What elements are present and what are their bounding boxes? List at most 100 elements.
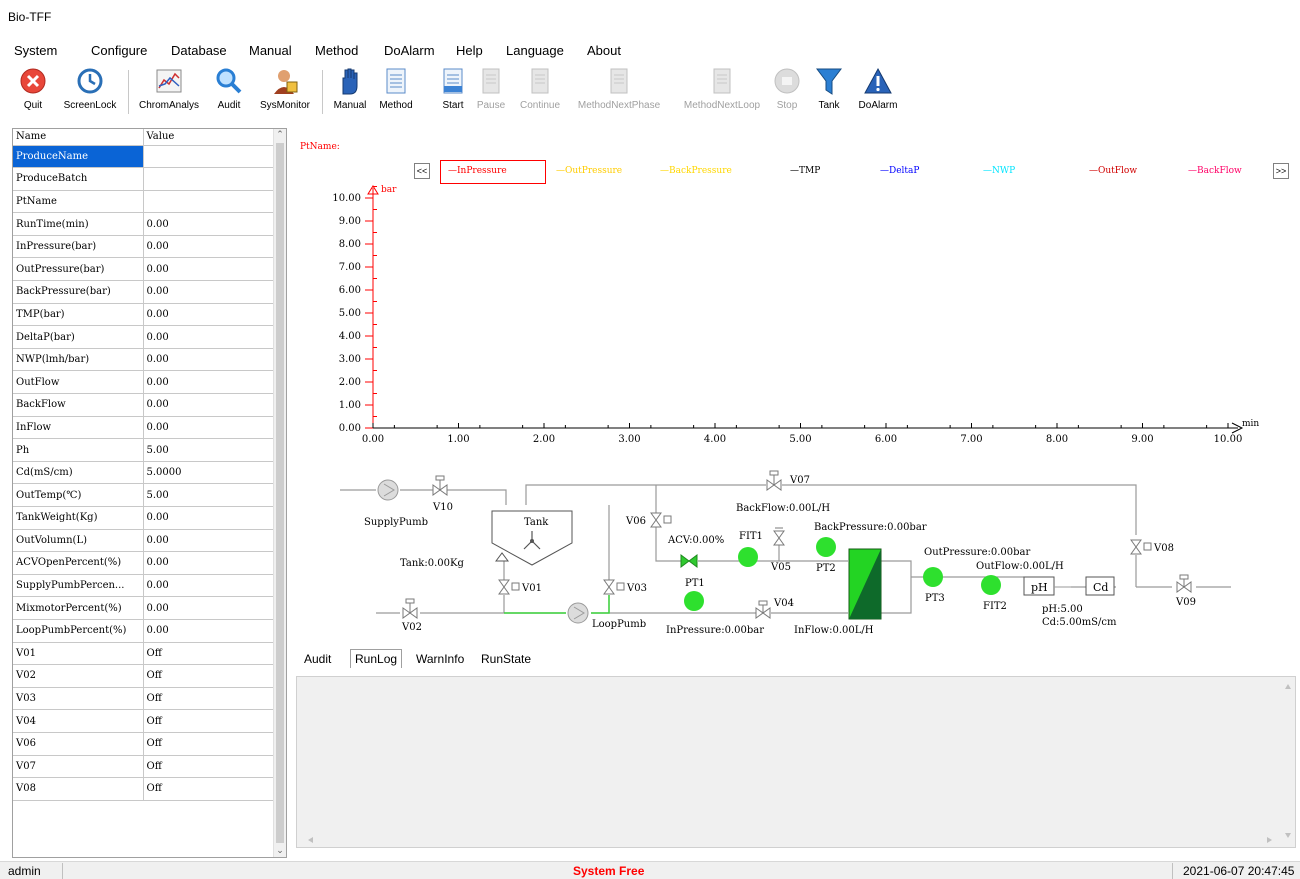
supply-pump[interactable] — [377, 479, 399, 501]
menu-manual[interactable]: Manual — [249, 43, 292, 58]
audit-button[interactable]: Audit — [212, 66, 246, 118]
grid-cell-name[interactable]: InPressure(bar) — [13, 235, 144, 259]
log-vertical-scrollbar[interactable] — [1283, 681, 1293, 841]
grid-row[interactable]: ProduceBatch — [13, 167, 275, 191]
grid-cell-value[interactable]: 0.00 — [143, 506, 275, 530]
grid-cell-value[interactable]: 0.00 — [143, 303, 275, 327]
grid-row[interactable]: V07 Off — [13, 755, 275, 779]
grid-row[interactable]: V03 Off — [13, 687, 275, 711]
grid-row[interactable]: MixmotorPercent(%) 0.00 — [13, 596, 275, 620]
grid-cell-value[interactable]: Off — [143, 777, 275, 801]
grid-cell-value[interactable]: Off — [143, 687, 275, 711]
grid-cell-name[interactable]: OutFlow — [13, 370, 144, 395]
legend-item[interactable]: —NWP — [983, 166, 1015, 176]
menu-configure[interactable]: Configure — [91, 43, 147, 58]
grid-cell-name[interactable]: Cd(mS/cm) — [13, 461, 144, 485]
grid-cell-value[interactable]: 0.00 — [143, 235, 275, 259]
parameter-grid[interactable]: Name Value ProduceName ProduceBatch PtName… — [12, 128, 287, 858]
grid-row[interactable]: RunTime(min) 0.00 — [13, 212, 275, 236]
menu-doalarm[interactable]: DoAlarm — [384, 43, 435, 58]
grid-cell-value[interactable]: 5.0000 — [143, 461, 275, 485]
valve-v04[interactable] — [755, 600, 771, 619]
grid-cell-value[interactable]: 0.00 — [143, 596, 275, 620]
grid-cell-value[interactable] — [143, 190, 275, 214]
grid-row[interactable]: Cd(mS/cm) 5.0000 — [13, 461, 275, 485]
grid-cell-name[interactable]: V02 — [13, 664, 144, 688]
stop-button[interactable]: Stop — [772, 66, 802, 118]
grid-row[interactable]: V04 Off — [13, 709, 275, 733]
pt3-sensor[interactable] — [923, 567, 943, 587]
grid-cell-value[interactable]: 0.00 — [143, 551, 275, 575]
sysmonitor-button[interactable]: SysMonitor — [256, 66, 314, 118]
acv-valve[interactable] — [680, 554, 698, 568]
grid-cell-name[interactable]: V04 — [13, 709, 144, 733]
grid-cell-value[interactable]: 0.00 — [143, 370, 275, 395]
legend-prev-button[interactable]: << — [414, 163, 430, 179]
grid-row[interactable]: V02 Off — [13, 664, 275, 688]
tff-filter[interactable] — [848, 548, 882, 620]
legend-item[interactable]: —DeltaP — [880, 166, 919, 176]
tank-button[interactable]: Tank — [814, 66, 844, 118]
legend-item[interactable]: —BackPressure — [660, 166, 732, 176]
grid-cell-name[interactable]: MixmotorPercent(%) — [13, 596, 144, 620]
grid-cell-name[interactable]: OutPressure(bar) — [13, 257, 144, 282]
grid-cell-value[interactable]: Off — [143, 709, 275, 733]
legend-item[interactable]: —BackFlow — [1188, 166, 1242, 176]
grid-cell-value[interactable]: Off — [143, 664, 275, 688]
pause-button[interactable]: Pause — [474, 66, 508, 118]
legend-item[interactable]: —OutPressure — [556, 166, 622, 176]
grid-cell-name[interactable]: OutTemp(℃) — [13, 483, 144, 507]
tab-warninfo[interactable]: WarnInfo — [416, 652, 464, 666]
grid-cell-name[interactable]: SupplyPumbPercen... — [13, 574, 144, 598]
grid-row[interactable]: BackFlow 0.00 — [13, 393, 275, 417]
valve-v07[interactable] — [766, 470, 782, 491]
valve-v10[interactable] — [432, 475, 448, 496]
grid-cell-value[interactable]: 0.00 — [143, 393, 275, 417]
grid-cell-value[interactable]: 0.00 — [143, 574, 275, 598]
loop-pump[interactable] — [567, 602, 589, 624]
grid-cell-name[interactable]: RunTime(min) — [13, 212, 144, 236]
grid-row[interactable]: V08 Off — [13, 777, 275, 801]
screenlock-button[interactable]: ScreenLock — [62, 66, 118, 118]
legend-item[interactable]: —InPressure — [448, 166, 507, 176]
tab-runstate[interactable]: RunState — [481, 652, 531, 666]
method-next-phase-button[interactable]: MethodNextPhase — [566, 66, 672, 118]
tab-audit[interactable]: Audit — [304, 652, 331, 666]
grid-row[interactable]: OutFlow 0.00 — [13, 370, 275, 395]
grid-cell-name[interactable]: PtName — [13, 190, 144, 214]
menu-help[interactable]: Help — [456, 43, 483, 58]
grid-cell-value[interactable]: 0.00 — [143, 212, 275, 236]
fit2-sensor[interactable] — [981, 575, 1001, 595]
menu-method[interactable]: Method — [315, 43, 358, 58]
grid-row[interactable]: OutVolumn(L) 0.00 — [13, 529, 275, 553]
grid-cell-name[interactable]: BackPressure(bar) — [13, 280, 144, 304]
menu-about[interactable]: About — [587, 43, 621, 58]
grid-row[interactable]: OutTemp(℃) 5.00 — [13, 483, 275, 507]
grid-cell-value[interactable]: 0.00 — [143, 529, 275, 553]
grid-vertical-scrollbar[interactable]: ⌃ ⌄ — [273, 129, 286, 857]
grid-cell-name[interactable]: V08 — [13, 777, 144, 801]
grid-cell-value[interactable]: 0.00 — [143, 619, 275, 643]
grid-cell-name[interactable]: TankWeight(Kg) — [13, 506, 144, 530]
runlog-panel[interactable] — [296, 676, 1296, 848]
grid-cell-name[interactable]: InFlow — [13, 416, 144, 440]
grid-cell-name[interactable]: ACVOpenPercent(%) — [13, 551, 144, 575]
grid-row[interactable]: InPressure(bar) 0.00 — [13, 235, 275, 259]
grid-cell-value[interactable]: Off — [143, 642, 275, 666]
fit1-sensor[interactable] — [738, 547, 758, 567]
grid-cell-name[interactable]: V03 — [13, 687, 144, 711]
legend-item[interactable]: —TMP — [790, 166, 820, 176]
grid-row[interactable]: V01 Off — [13, 642, 275, 666]
scroll-up-icon[interactable]: ⌃ — [274, 129, 286, 141]
grid-row[interactable]: LoopPumbPercent(%) 0.00 — [13, 619, 275, 643]
menu-language[interactable]: Language — [506, 43, 564, 58]
grid-cell-value[interactable]: 0.00 — [143, 348, 275, 372]
scroll-down-icon[interactable]: ⌄ — [274, 845, 286, 857]
valve-v08[interactable] — [1130, 539, 1152, 555]
valve-v01[interactable] — [498, 579, 520, 595]
grid-cell-value[interactable]: 0.00 — [143, 257, 275, 282]
grid-cell-name[interactable]: ProduceBatch — [13, 167, 144, 191]
valve-v06[interactable] — [650, 512, 672, 528]
valve-v02[interactable] — [402, 598, 418, 619]
manual-button[interactable]: Manual — [330, 66, 370, 118]
